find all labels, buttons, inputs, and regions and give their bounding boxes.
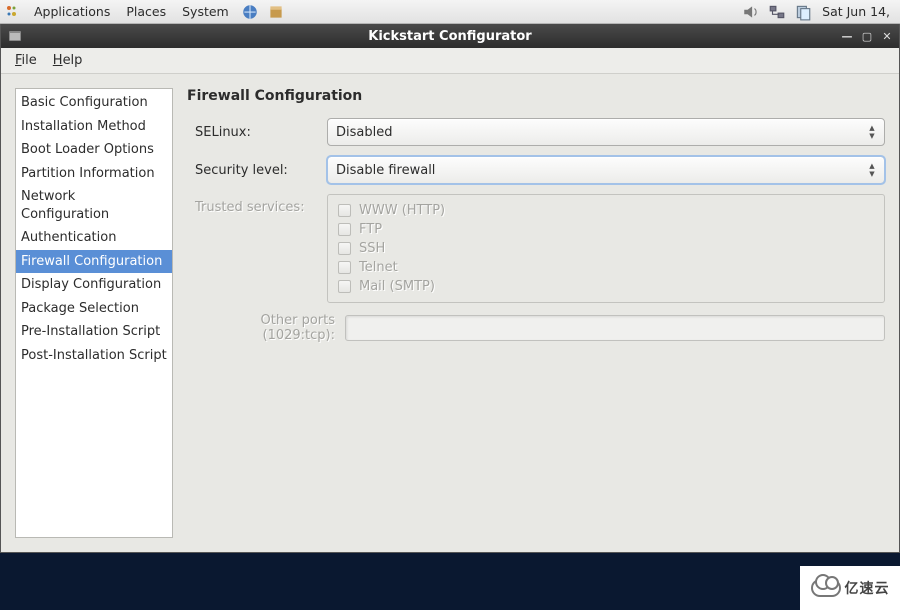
page-title: Firewall Configuration	[187, 88, 885, 104]
desktop-background: 亿速云	[0, 564, 900, 610]
checkbox	[338, 204, 351, 217]
window-app-icon	[7, 28, 23, 44]
titlebar[interactable]: Kickstart Configurator — ▢ ✕	[1, 24, 899, 48]
security-level-value: Disable firewall	[336, 163, 435, 178]
service-row-ssh: SSH	[338, 241, 874, 256]
window-body: Basic ConfigurationInstallation MethodBo…	[1, 74, 899, 552]
other-ports-label: Other ports (1029:tcp):	[187, 313, 335, 343]
panel-menu-applications[interactable]: Applications	[26, 4, 118, 19]
watermark-text: 亿速云	[845, 578, 890, 598]
sidebar-item-partition-information[interactable]: Partition Information	[16, 162, 172, 186]
row-security-level: Security level: Disable firewall	[187, 156, 885, 184]
minimize-button[interactable]: —	[837, 26, 857, 46]
sidebar-item-authentication[interactable]: Authentication	[16, 226, 172, 250]
row-selinux: SELinux: Disabled	[187, 118, 885, 146]
menubar: File Help	[1, 48, 899, 74]
service-row-telnet: Telnet	[338, 260, 874, 275]
maximize-button[interactable]: ▢	[857, 26, 877, 46]
service-label: FTP	[359, 222, 382, 237]
service-label: WWW (HTTP)	[359, 203, 445, 218]
checkbox	[338, 242, 351, 255]
sidebar: Basic ConfigurationInstallation MethodBo…	[15, 88, 173, 538]
gnome-foot-icon	[4, 4, 20, 20]
panel-menu-system[interactable]: System	[174, 4, 237, 19]
close-button[interactable]: ✕	[877, 26, 897, 46]
row-other-ports: Other ports (1029:tcp):	[187, 313, 885, 343]
security-level-label: Security level:	[187, 163, 317, 178]
trusted-services-box: WWW (HTTP) FTP SSH Telnet Mail (SMTP)	[327, 194, 885, 303]
sidebar-item-display-configuration[interactable]: Display Configuration	[16, 273, 172, 297]
checkbox	[338, 261, 351, 274]
sidebar-item-pre-installation-script[interactable]: Pre-Installation Script	[16, 320, 172, 344]
sidebar-item-post-installation-script[interactable]: Post-Installation Script	[16, 344, 172, 368]
sidebar-item-boot-loader-options[interactable]: Boot Loader Options	[16, 138, 172, 162]
package-icon[interactable]	[267, 3, 285, 21]
security-level-combo[interactable]: Disable firewall	[327, 156, 885, 184]
service-label: SSH	[359, 241, 385, 256]
selinux-combo[interactable]: Disabled	[327, 118, 885, 146]
sidebar-item-installation-method[interactable]: Installation Method	[16, 115, 172, 139]
trusted-services-label: Trusted services:	[187, 194, 317, 215]
main-panel: Firewall Configuration SELinux: Disabled…	[187, 88, 885, 538]
service-row-mail-smtp-: Mail (SMTP)	[338, 279, 874, 294]
row-trusted-services: Trusted services: WWW (HTTP) FTP SSH Telnet…	[187, 194, 885, 303]
watermark-logo: 亿速云	[800, 566, 900, 610]
checkbox	[338, 223, 351, 236]
globe-icon[interactable]	[241, 3, 259, 21]
other-ports-input	[345, 315, 885, 341]
panel-clock[interactable]: Sat Jun 14,	[816, 4, 896, 19]
service-label: Mail (SMTP)	[359, 279, 435, 294]
checkbox	[338, 280, 351, 293]
panel-menu-places[interactable]: Places	[118, 4, 174, 19]
sidebar-item-basic-configuration[interactable]: Basic Configuration	[16, 91, 172, 115]
app-window: Kickstart Configurator — ▢ ✕ File Help B…	[0, 24, 900, 553]
window-title: Kickstart Configurator	[1, 29, 899, 44]
combo-spinner-icon	[864, 159, 880, 181]
service-label: Telnet	[359, 260, 398, 275]
menu-help[interactable]: Help	[45, 51, 91, 70]
service-row-ftp: FTP	[338, 222, 874, 237]
sidebar-item-network-configuration[interactable]: Network Configuration	[16, 185, 172, 226]
gnome-top-panel: Applications Places System Sat Jun 14,	[0, 0, 900, 24]
selinux-label: SELinux:	[187, 125, 317, 140]
menu-file[interactable]: File	[7, 51, 45, 70]
volume-icon[interactable]	[742, 3, 760, 21]
sidebar-item-package-selection[interactable]: Package Selection	[16, 297, 172, 321]
clipboard-icon[interactable]	[794, 3, 812, 21]
selinux-value: Disabled	[336, 125, 392, 140]
sidebar-item-firewall-configuration[interactable]: Firewall Configuration	[16, 250, 172, 274]
service-row-www-http-: WWW (HTTP)	[338, 203, 874, 218]
cloud-icon	[811, 579, 841, 597]
network-icon[interactable]	[768, 3, 786, 21]
combo-spinner-icon	[864, 121, 880, 143]
